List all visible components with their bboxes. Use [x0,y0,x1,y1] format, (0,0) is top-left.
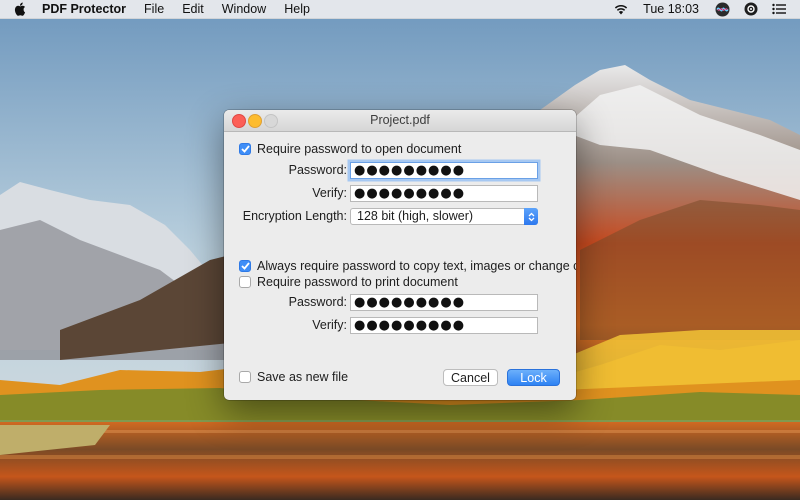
menu-window[interactable]: Window [222,2,266,16]
encryption-length-select[interactable]: 128 bit (high, slower) [350,208,538,225]
checkmark-icon [240,262,250,270]
menu-file[interactable]: File [144,2,164,16]
menubar-clock[interactable]: Tue 18:03 [643,2,699,16]
cancel-button[interactable]: Cancel [443,369,498,386]
menu-bar: PDF Protector File Edit Window Help Tue … [0,0,800,19]
pdf-protector-menubar-icon[interactable] [744,2,758,16]
save-as-new-file-row[interactable]: Save as new file [239,370,348,384]
open-password-field[interactable]: ●●●●●●●●● [350,162,538,179]
dialog-content: Require password to open document Passwo… [224,132,576,400]
print-verify-label: Verify: [312,318,347,332]
apple-icon[interactable] [14,2,28,16]
notification-center-icon[interactable] [772,3,786,15]
require-print-password-label: Require password to print document [257,275,458,289]
open-password-label: Password: [288,163,347,177]
open-verify-field[interactable]: ●●●●●●●●● [350,185,538,202]
always-require-password-checkbox[interactable] [239,260,251,272]
siri-icon[interactable] [715,2,730,17]
save-as-new-file-checkbox[interactable] [239,371,251,383]
menu-help[interactable]: Help [284,2,310,16]
open-verify-label: Verify: [312,186,347,200]
require-print-password-checkbox[interactable] [239,276,251,288]
encryption-length-label: Encryption Length: [242,209,347,223]
print-password-field[interactable]: ●●●●●●●●● [350,294,538,311]
save-as-new-file-label: Save as new file [257,370,349,384]
always-require-password-row[interactable]: Always require password to copy text, im… [239,259,576,273]
title-bar: Project.pdf [224,110,576,132]
window-title: Project.pdf [370,113,430,127]
print-verify-field[interactable]: ●●●●●●●●● [350,317,538,334]
always-require-password-label: Always require password to copy text, im… [257,259,576,273]
require-open-password-row[interactable]: Require password to open document [239,142,461,156]
lock-button[interactable]: Lock [507,369,560,386]
checkmark-icon [240,145,250,153]
menu-edit[interactable]: Edit [182,2,204,16]
encryption-length-value: 128 bit (high, slower) [357,209,474,223]
print-password-label: Password: [288,295,347,309]
wifi-icon[interactable] [613,3,629,15]
require-open-password-label: Require password to open document [257,142,462,156]
menu-app-name[interactable]: PDF Protector [42,2,126,16]
require-open-password-checkbox[interactable] [239,143,251,155]
updown-arrows-icon [524,208,538,225]
require-print-password-row[interactable]: Require password to print document [239,275,458,289]
pdf-protector-window: Project.pdf Require password to open doc… [224,110,576,400]
